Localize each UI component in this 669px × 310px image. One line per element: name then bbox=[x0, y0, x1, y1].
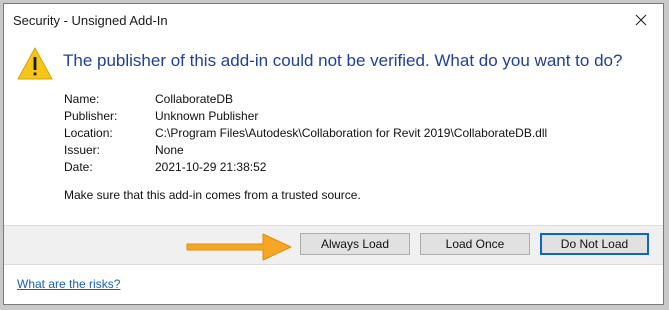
detail-value: C:\Program Files\Autodesk\Collaboration … bbox=[155, 126, 548, 140]
detail-row-date: Date: 2021-10-29 21:38:52 bbox=[64, 159, 547, 176]
always-load-button[interactable]: Always Load bbox=[300, 233, 410, 255]
close-button[interactable] bbox=[619, 4, 663, 36]
detail-row-publisher: Publisher: Unknown Publisher bbox=[64, 108, 547, 125]
window-title: Security - Unsigned Add-In bbox=[13, 13, 168, 28]
detail-label: Name: bbox=[64, 92, 100, 106]
security-dialog: Security - Unsigned Add-In The publisher… bbox=[3, 3, 664, 305]
do-not-load-button[interactable]: Do Not Load bbox=[540, 233, 649, 255]
detail-label: Issuer: bbox=[64, 143, 101, 157]
detail-value: Unknown Publisher bbox=[155, 109, 259, 123]
warning-icon bbox=[17, 47, 53, 80]
detail-value: None bbox=[155, 143, 184, 157]
detail-label: Location: bbox=[64, 126, 113, 140]
pointer-arrow-icon bbox=[186, 233, 292, 261]
close-icon bbox=[635, 14, 647, 26]
trust-message: Make sure that this add-in comes from a … bbox=[64, 188, 361, 202]
detail-row-location: Location: C:\Program Files\Autodesk\Coll… bbox=[64, 125, 547, 142]
detail-value: 2021-10-29 21:38:52 bbox=[155, 160, 267, 174]
add-in-details: Name: CollaborateDB Publisher: Unknown P… bbox=[64, 91, 547, 176]
title-bar: Security - Unsigned Add-In bbox=[4, 4, 663, 38]
button-bar: Always Load Load Once Do Not Load bbox=[4, 225, 663, 265]
detail-value: CollaborateDB bbox=[155, 92, 234, 106]
risks-link[interactable]: What are the risks? bbox=[17, 277, 120, 291]
dialog-headline: The publisher of this add-in could not b… bbox=[63, 51, 623, 70]
detail-label: Date: bbox=[64, 160, 93, 174]
detail-label: Publisher: bbox=[64, 109, 118, 123]
detail-row-name: Name: CollaborateDB bbox=[64, 91, 547, 108]
detail-row-issuer: Issuer: None bbox=[64, 142, 547, 159]
load-once-button[interactable]: Load Once bbox=[420, 233, 530, 255]
